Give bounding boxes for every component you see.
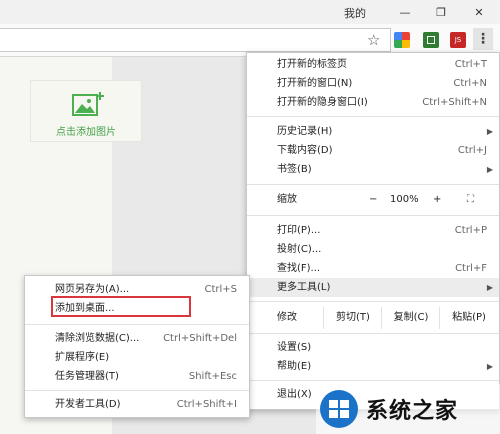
add-picture-label: 点击添加图片: [56, 127, 116, 138]
menu-item-print[interactable]: 打印(P)... Ctrl+P: [247, 221, 499, 240]
submenu-item-extensions[interactable]: 扩展程序(E): [25, 348, 249, 367]
menu-item-bookmarks[interactable]: 书签(B) ▶: [247, 160, 499, 179]
zoom-value: 100%: [390, 194, 419, 205]
user-label[interactable]: 我的: [344, 5, 366, 21]
watermark: 系统之家: [316, 384, 500, 434]
menu-row-edit: 修改 剪切(T) 复制(C) 粘贴(P): [247, 307, 499, 329]
extension-color-icon[interactable]: [394, 32, 410, 48]
menu-item-more-tools[interactable]: 更多工具(L) ▶: [247, 278, 499, 297]
more-vert-icon[interactable]: ⋮: [473, 28, 493, 50]
maximize-button[interactable]: ❐: [424, 0, 458, 24]
watermark-text: 系统之家: [366, 399, 459, 424]
menu-item-help[interactable]: 帮助(E) ▶: [247, 357, 499, 376]
zoom-out-button[interactable]: −: [369, 190, 377, 209]
submenu-item-clear-data[interactable]: 清除浏览数据(C)... Ctrl+Shift+Del: [25, 329, 249, 348]
copy-button[interactable]: 复制(C): [381, 307, 440, 329]
extension-red-icon[interactable]: JS: [450, 32, 466, 48]
minimize-button[interactable]: —: [388, 0, 422, 24]
menu-item-history[interactable]: 历史记录(H) ▶: [247, 122, 499, 141]
close-button[interactable]: ✕: [462, 0, 496, 24]
star-icon[interactable]: ☆: [367, 31, 380, 49]
menu-item-downloads[interactable]: 下载内容(D) Ctrl+J: [247, 141, 499, 160]
watermark-logo-icon: [320, 390, 358, 428]
submenu-item-devtools[interactable]: 开发者工具(D) Ctrl+Shift+I: [25, 395, 249, 414]
cut-button[interactable]: 剪切(T): [323, 307, 382, 329]
address-bar[interactable]: [0, 28, 391, 52]
extension-green-icon[interactable]: [423, 32, 439, 48]
menu-item-incognito[interactable]: 打开新的隐身窗口(I) Ctrl+Shift+N: [247, 93, 499, 112]
menu-item-settings[interactable]: 设置(S): [247, 338, 499, 357]
add-picture-card[interactable]: 点击添加图片: [30, 80, 142, 142]
page-left-panel: [0, 57, 22, 434]
menu-item-new-tab[interactable]: 打开新的标签页 Ctrl+T: [247, 55, 499, 74]
menu-row-zoom: 缩放 − 100% + ⛶: [247, 190, 499, 209]
submenu-item-task-manager[interactable]: 任务管理器(T) Shift+Esc: [25, 367, 249, 386]
zoom-in-button[interactable]: +: [433, 190, 441, 209]
highlight-box: [51, 296, 191, 317]
fullscreen-icon[interactable]: ⛶: [467, 190, 474, 209]
menu-item-find[interactable]: 查找(F)... Ctrl+F: [247, 259, 499, 278]
menu-item-new-window[interactable]: 打开新的窗口(N) Ctrl+N: [247, 74, 499, 93]
more-tools-submenu: 网页另存为(A)... Ctrl+S 添加到桌面... 清除浏览数据(C)... C…: [24, 275, 250, 418]
add-picture-icon: [72, 92, 104, 116]
chrome-main-menu: 打开新的标签页 Ctrl+T 打开新的窗口(N) Ctrl+N 打开新的隐身窗口(I…: [246, 52, 500, 410]
paste-button[interactable]: 粘贴(P): [439, 307, 498, 329]
menu-item-cast[interactable]: 投射(C)...: [247, 240, 499, 259]
